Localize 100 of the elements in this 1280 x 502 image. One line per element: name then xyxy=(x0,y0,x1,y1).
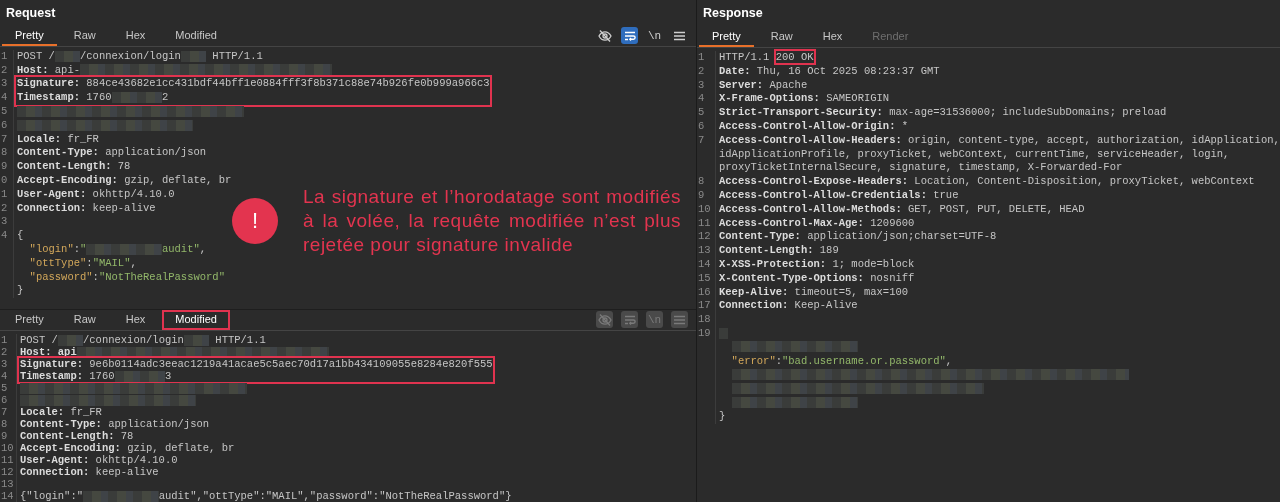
code-line: {"login":" audit","ottType":"MAIL","password":"NotTheRealPassword"} xyxy=(20,490,512,502)
line-number: 5 xyxy=(1,105,8,118)
code-line: Connection: keep-alive xyxy=(20,466,159,478)
line-number: 2 xyxy=(698,64,705,77)
code-line: Signature: 884ce43682e1cc431bdf44bff1e0884fff3f8b371c88e74b926fe0b999a966c3 xyxy=(17,77,490,90)
line-number: 3 xyxy=(1,77,8,90)
code-line: Connection: keep-alive xyxy=(17,201,156,216)
line-number: 8 xyxy=(1,146,8,159)
tab[interactable]: Pretty xyxy=(699,26,754,47)
line-number: 6 xyxy=(1,118,8,131)
line-number: 3 xyxy=(1,358,8,370)
line-number: 2 xyxy=(1,346,8,358)
code-line: proxyTicketInternalSecure, signature, timestamp, X-Forwarded-For xyxy=(719,161,1123,176)
line-number: 10 xyxy=(698,202,711,215)
code-line: Content-Length: 78 xyxy=(20,430,134,442)
line-number: 2 xyxy=(1,63,8,76)
code-line: Content-Type: application/json xyxy=(17,146,207,161)
panel-title: Request xyxy=(6,5,56,20)
code-line: Keep-Alive: timeout=5, max=100 xyxy=(719,285,909,300)
hide-icon[interactable] xyxy=(596,27,613,45)
code-line: Access-Control-Max-Age: 1209600 xyxy=(719,216,915,231)
code-line: X-Content-Type-Options: nosniff xyxy=(719,271,915,286)
code-line: Host: api xyxy=(20,346,329,358)
tab[interactable]: Modified xyxy=(162,25,230,46)
line-number: 12 xyxy=(1,466,14,478)
code-line: HTTP/1.1 200 OK xyxy=(719,51,814,65)
code-line: POST / /connexion/login HTTP/1.1 xyxy=(17,49,263,64)
code-line: Access-Control-Allow-Headers: origin, content-type, accept, authorization, idApplication, xyxy=(719,133,1280,148)
code-line: Signature: 9e6b0114adc3eeac1219a41acae5c5aec70d17a1bb434109055e8284e820f555 xyxy=(20,358,493,370)
code-line: Locale: fr_FR xyxy=(20,406,102,418)
code-line: "password":"NotTheRealPassword" xyxy=(28,270,225,285)
code-line: Date: Thu, 16 Oct 2025 08:23:37 GMT xyxy=(719,64,940,79)
tab[interactable]: Hex xyxy=(809,26,856,47)
line-number: 1 xyxy=(1,187,8,200)
line-number: 14 xyxy=(1,490,14,502)
tab[interactable]: Pretty xyxy=(2,25,57,46)
code-line: Timestamp: 1760 2 xyxy=(17,91,169,104)
line-number: 9 xyxy=(1,160,8,173)
line-number: 11 xyxy=(698,216,711,229)
line-number: 3 xyxy=(698,78,705,91)
alert-icon: ! xyxy=(232,198,278,244)
code-line: Accept-Encoding: gzip, deflate, br xyxy=(20,442,235,454)
tab[interactable]: Modified xyxy=(162,309,230,330)
code-line: idApplicationProfile, proxyTicket, webContext, currentTime, serviceHeader, login, xyxy=(719,147,1230,162)
line-number: 1 xyxy=(698,51,705,63)
code-line: X-Frame-Options: SAMEORIGIN xyxy=(719,92,890,107)
code-line: } xyxy=(719,409,726,424)
code-line: Content-Type: application/json xyxy=(20,418,210,430)
tab[interactable]: Raw xyxy=(60,25,109,46)
newline-toggle[interactable]: \n xyxy=(646,27,663,45)
code-line: "error":"bad.username.or.password", xyxy=(730,354,953,369)
line-number: 1 xyxy=(1,49,8,62)
tab[interactable]: Hex xyxy=(112,309,159,330)
line-number: 18 xyxy=(698,313,711,326)
line-number: 4 xyxy=(698,92,705,105)
line-number: 5 xyxy=(698,106,705,119)
code-line: Accept-Encoding: gzip, deflate, br xyxy=(17,174,232,188)
code-line: Access-Control-Allow-Methods: GET, POST, PUT, DELETE, HEAD xyxy=(719,202,1085,217)
line-number: 4 xyxy=(1,370,8,382)
tab[interactable]: Hex xyxy=(112,25,159,46)
code-line: Access-Control-Allow-Credentials: true xyxy=(719,188,959,203)
code-line: Locale: fr_FR xyxy=(17,132,99,147)
code-line: Connection: Keep-Alive xyxy=(719,299,858,314)
line-number: 9 xyxy=(698,188,705,201)
tab[interactable]: Pretty xyxy=(2,309,57,330)
code-line: "ottType":"MAIL", xyxy=(28,256,137,271)
code-line: Content-Type: application/json;charset=UTF-8 xyxy=(719,230,997,245)
line-number: 10 xyxy=(1,442,14,454)
line-number: 16 xyxy=(698,285,711,298)
code-line: "login":" audit", xyxy=(28,243,207,257)
code-line: Host: api- xyxy=(17,63,333,78)
tab[interactable]: Raw xyxy=(60,309,109,330)
line-number: 11 xyxy=(1,454,14,466)
line-number: 14 xyxy=(698,257,711,270)
line-number: 2 xyxy=(1,201,8,214)
code-line: User-Agent: okhttp/4.10.0 xyxy=(20,454,178,466)
line-number: 4 xyxy=(1,91,8,104)
code-line: Access-Control-Allow-Origin: * xyxy=(719,120,909,134)
line-number: 13 xyxy=(1,478,14,490)
line-number: 0 xyxy=(1,174,8,187)
tab[interactable]: Raw xyxy=(757,26,806,47)
line-number: 7 xyxy=(1,132,8,145)
line-number: 6 xyxy=(698,120,705,132)
line-number: 17 xyxy=(698,299,711,312)
line-number: 8 xyxy=(698,175,705,188)
line-number: 13 xyxy=(698,244,711,257)
code-line: Timestamp: 1760 3 xyxy=(20,370,172,382)
panel-title: Response xyxy=(703,6,763,20)
line-number: 9 xyxy=(1,430,8,442)
line-number: 7 xyxy=(1,406,8,418)
code-line: Content-Length: 78 xyxy=(17,160,131,175)
line-number: 3 xyxy=(1,215,8,228)
line-number: 19 xyxy=(698,326,711,339)
code-line: Content-Length: 189 xyxy=(719,244,839,258)
code-line: Strict-Transport-Security: max-age=31536000; includeSubDomains; preload xyxy=(719,106,1167,120)
code-line: Access-Control-Expose-Headers: Location, Content-Disposition, proxyTicket, webContext xyxy=(719,175,1255,189)
code-line: X-XSS-Protection: 1; mode=block xyxy=(719,257,915,272)
line-number: 5 xyxy=(1,382,8,394)
wrap-icon[interactable] xyxy=(621,27,638,45)
line-number: 7 xyxy=(698,133,705,146)
